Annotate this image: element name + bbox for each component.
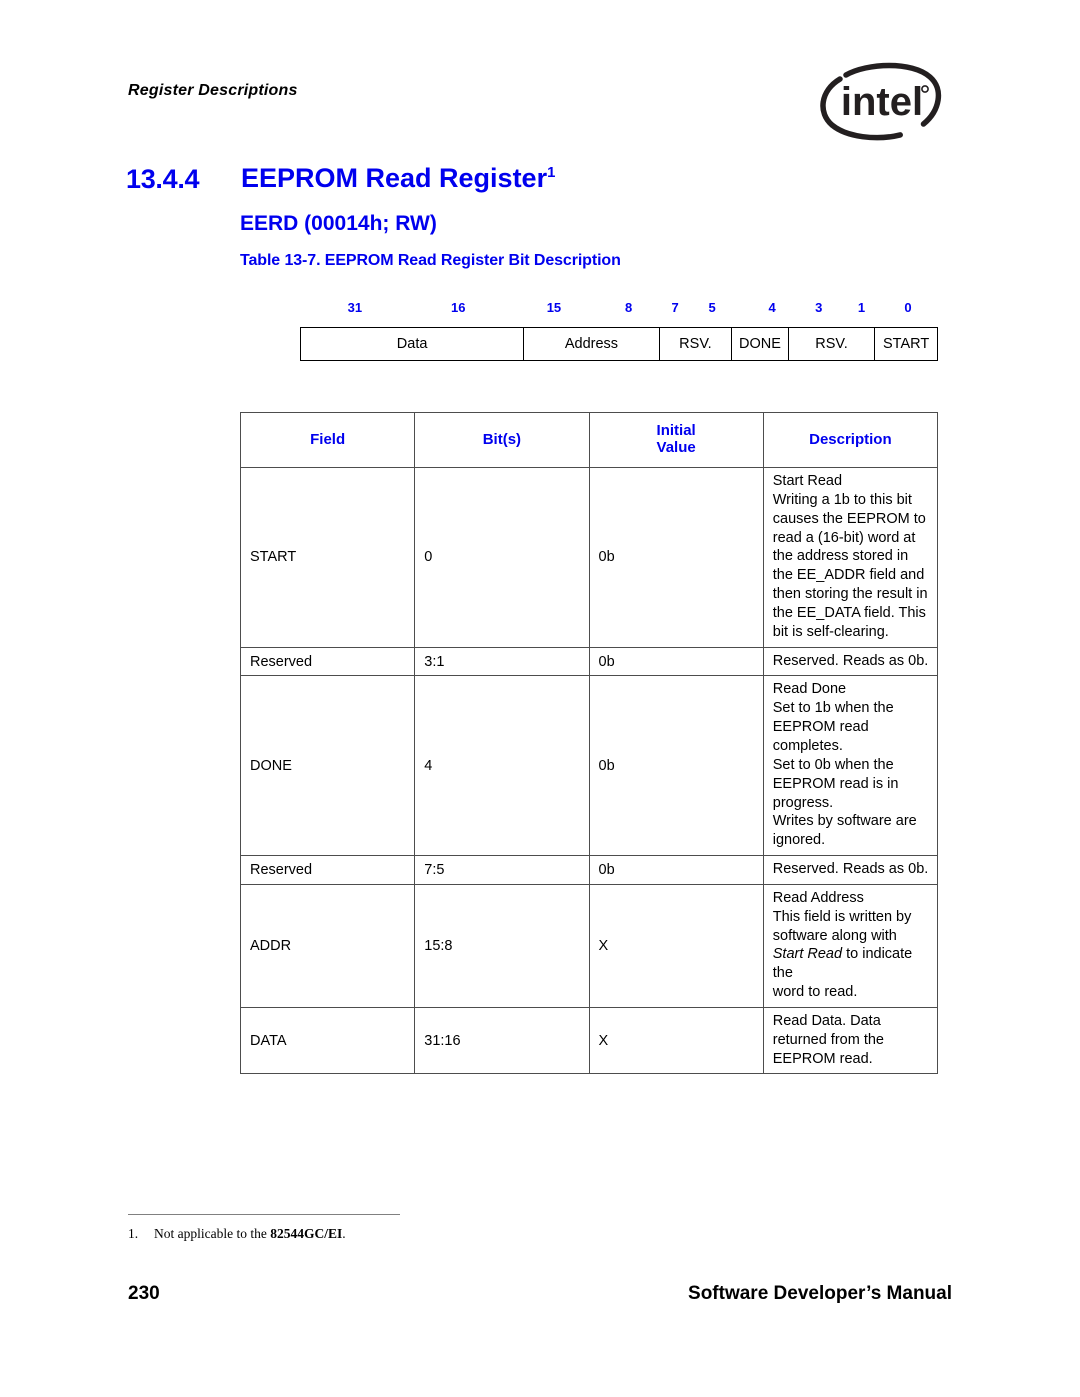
description-line: the address stored in the EE_ADDR field …	[772, 548, 928, 603]
intel-wordmark: intel	[841, 80, 923, 124]
cell-bits: 15:8	[414, 883, 590, 1008]
cell-bits: 4	[414, 675, 590, 857]
description-line: Set to 1b when the EEPROM read completes…	[772, 700, 894, 754]
manual-title: Software Developer’s Manual	[688, 1283, 952, 1304]
section-number: 13.4.4	[126, 164, 200, 194]
description-line: Writes by software are ignored.	[772, 813, 917, 849]
description-line: This field is written by software along …	[772, 908, 913, 982]
cell-initial-value: 0b	[588, 646, 764, 677]
bit-number-16: 16	[450, 300, 466, 315]
bit-number-15: 15	[546, 300, 562, 315]
description-line: Reserved. Reads as 0b.	[772, 861, 929, 878]
cell-field: Reserved	[239, 646, 416, 677]
cell-field: DONE	[239, 675, 416, 857]
cell-initial-value: X	[588, 883, 764, 1008]
bit-field-start: START	[883, 336, 930, 352]
bit-number-4: 4	[768, 300, 776, 315]
cell-initial-value: 0b	[588, 467, 764, 648]
page-title: EEPROM Read Register1	[241, 163, 555, 194]
column-header-initial: Initial	[656, 422, 696, 440]
table-row: DONE 4 0b Read Done Set to 1b when the EEPRO…	[239, 675, 939, 857]
table-row: Reserved 7:5 0b Reserved. Reads as 0b.	[239, 855, 939, 885]
bit-number-7: 7	[671, 300, 679, 315]
section-title-footnote-marker: 1	[547, 165, 556, 181]
section-title-text: EEPROM Read Register	[241, 163, 548, 193]
table-body: START 0 0b Start Read Writing a 1b to this b…	[239, 467, 939, 1075]
description-line: Read Address	[772, 889, 864, 906]
bit-field-rsv: RSV.	[660, 328, 733, 360]
bit-field-address: Address	[524, 328, 660, 360]
cell-bits: 3:1	[414, 646, 590, 677]
footnote-text-before: Not applicable to the	[154, 1226, 271, 1241]
description-line: Set to 0b when the EEPROM read is in pro…	[772, 756, 899, 811]
bit-field-data: Data	[301, 328, 525, 360]
cell-bits: 0	[414, 467, 590, 648]
cell-description: Reserved. Reads as 0b.	[762, 646, 939, 677]
cell-description: Read Data. Data returned from the EEPROM…	[762, 1006, 939, 1075]
table-row: Reserved 3:1 0b Reserved. Reads as 0b.	[239, 646, 939, 677]
description-line: Read Done	[772, 681, 847, 698]
cell-initial-value: 0b	[588, 675, 764, 857]
table-row: ADDR 15:8 X Read Address This field is writt…	[239, 883, 939, 1008]
table-row: DATA 31:16 X Read Data. Data returned from …	[239, 1006, 939, 1075]
cell-initial-value: 0b	[588, 855, 764, 885]
bit-field-rsv: RSV.	[789, 328, 876, 360]
cell-description: Read Address This field is written by sof…	[762, 883, 939, 1008]
cell-initial-value: X	[588, 1006, 764, 1075]
table-header-row: Field Bit(s) Initial Value Description	[239, 412, 939, 468]
page-number: 230	[128, 1283, 160, 1304]
column-header-field: Field	[239, 412, 416, 468]
field-description-table: Field Bit(s) Initial Value Description S…	[239, 412, 939, 1075]
cell-description: Read Done Set to 1b when the EEPROM read …	[762, 675, 939, 857]
footnote-bold-part: 82544GC/EI	[270, 1226, 343, 1241]
footnote-separator-rule	[128, 1214, 400, 1215]
bit-number-8: 8	[624, 300, 633, 315]
footnote: 1. Not applicable to the 82544GC/EI.	[128, 1226, 346, 1242]
bit-number-1: 1	[857, 300, 866, 315]
table-row: START 0 0b Start Read Writing a 1b to this b…	[239, 467, 939, 648]
column-header-initial-value: Initial Value	[588, 412, 764, 468]
description-line: Start Read	[772, 473, 843, 489]
description-line: Reserved. Reads as 0b.	[772, 652, 929, 669]
footnote-marker: 1.	[128, 1226, 139, 1241]
bit-number-5: 5	[708, 300, 716, 315]
register-subtitle: EERD (00014h; RW)	[240, 212, 437, 235]
column-header-bits: Bit(s)	[414, 412, 590, 468]
cell-field: Reserved	[239, 855, 416, 885]
bit-number-ruler: 31 16 15 8 7 5 4 3 1 0	[300, 300, 938, 318]
column-header-value: Value	[656, 439, 696, 456]
intel-logo: intel	[812, 55, 952, 145]
cell-field: ADDR	[239, 883, 416, 1008]
cell-description: Reserved. Reads as 0b.	[762, 855, 939, 885]
cell-field: DATA	[239, 1006, 416, 1075]
running-header: Register Descriptions	[128, 82, 298, 99]
footnote-text-after: .	[342, 1226, 346, 1241]
cell-field: START	[239, 467, 416, 648]
description-line: Writing a 1b to this bit causes the EEPR…	[772, 491, 926, 546]
bit-number-0: 0	[904, 300, 912, 315]
cell-description: Start Read Writing a 1b to this bit cause…	[762, 467, 939, 648]
register-bit-diagram: Data Address RSV. DONE RSV. START	[300, 327, 938, 361]
description-line: the EE_DATA field. This bit is self-clea…	[772, 604, 926, 640]
cell-bits: 7:5	[414, 855, 590, 885]
column-header-description: Description	[762, 412, 939, 468]
bit-field-done: DONE	[732, 328, 789, 360]
bit-number-3: 3	[815, 300, 823, 315]
cell-bits: 31:16	[414, 1006, 590, 1075]
bit-number-31: 31	[347, 300, 363, 315]
description-line: word to read.	[772, 984, 858, 1001]
table-caption: Table 13-7. EEPROM Read Register Bit Des…	[240, 252, 621, 269]
description-line: Read Data. Data returned from the EEPROM…	[772, 1012, 884, 1067]
